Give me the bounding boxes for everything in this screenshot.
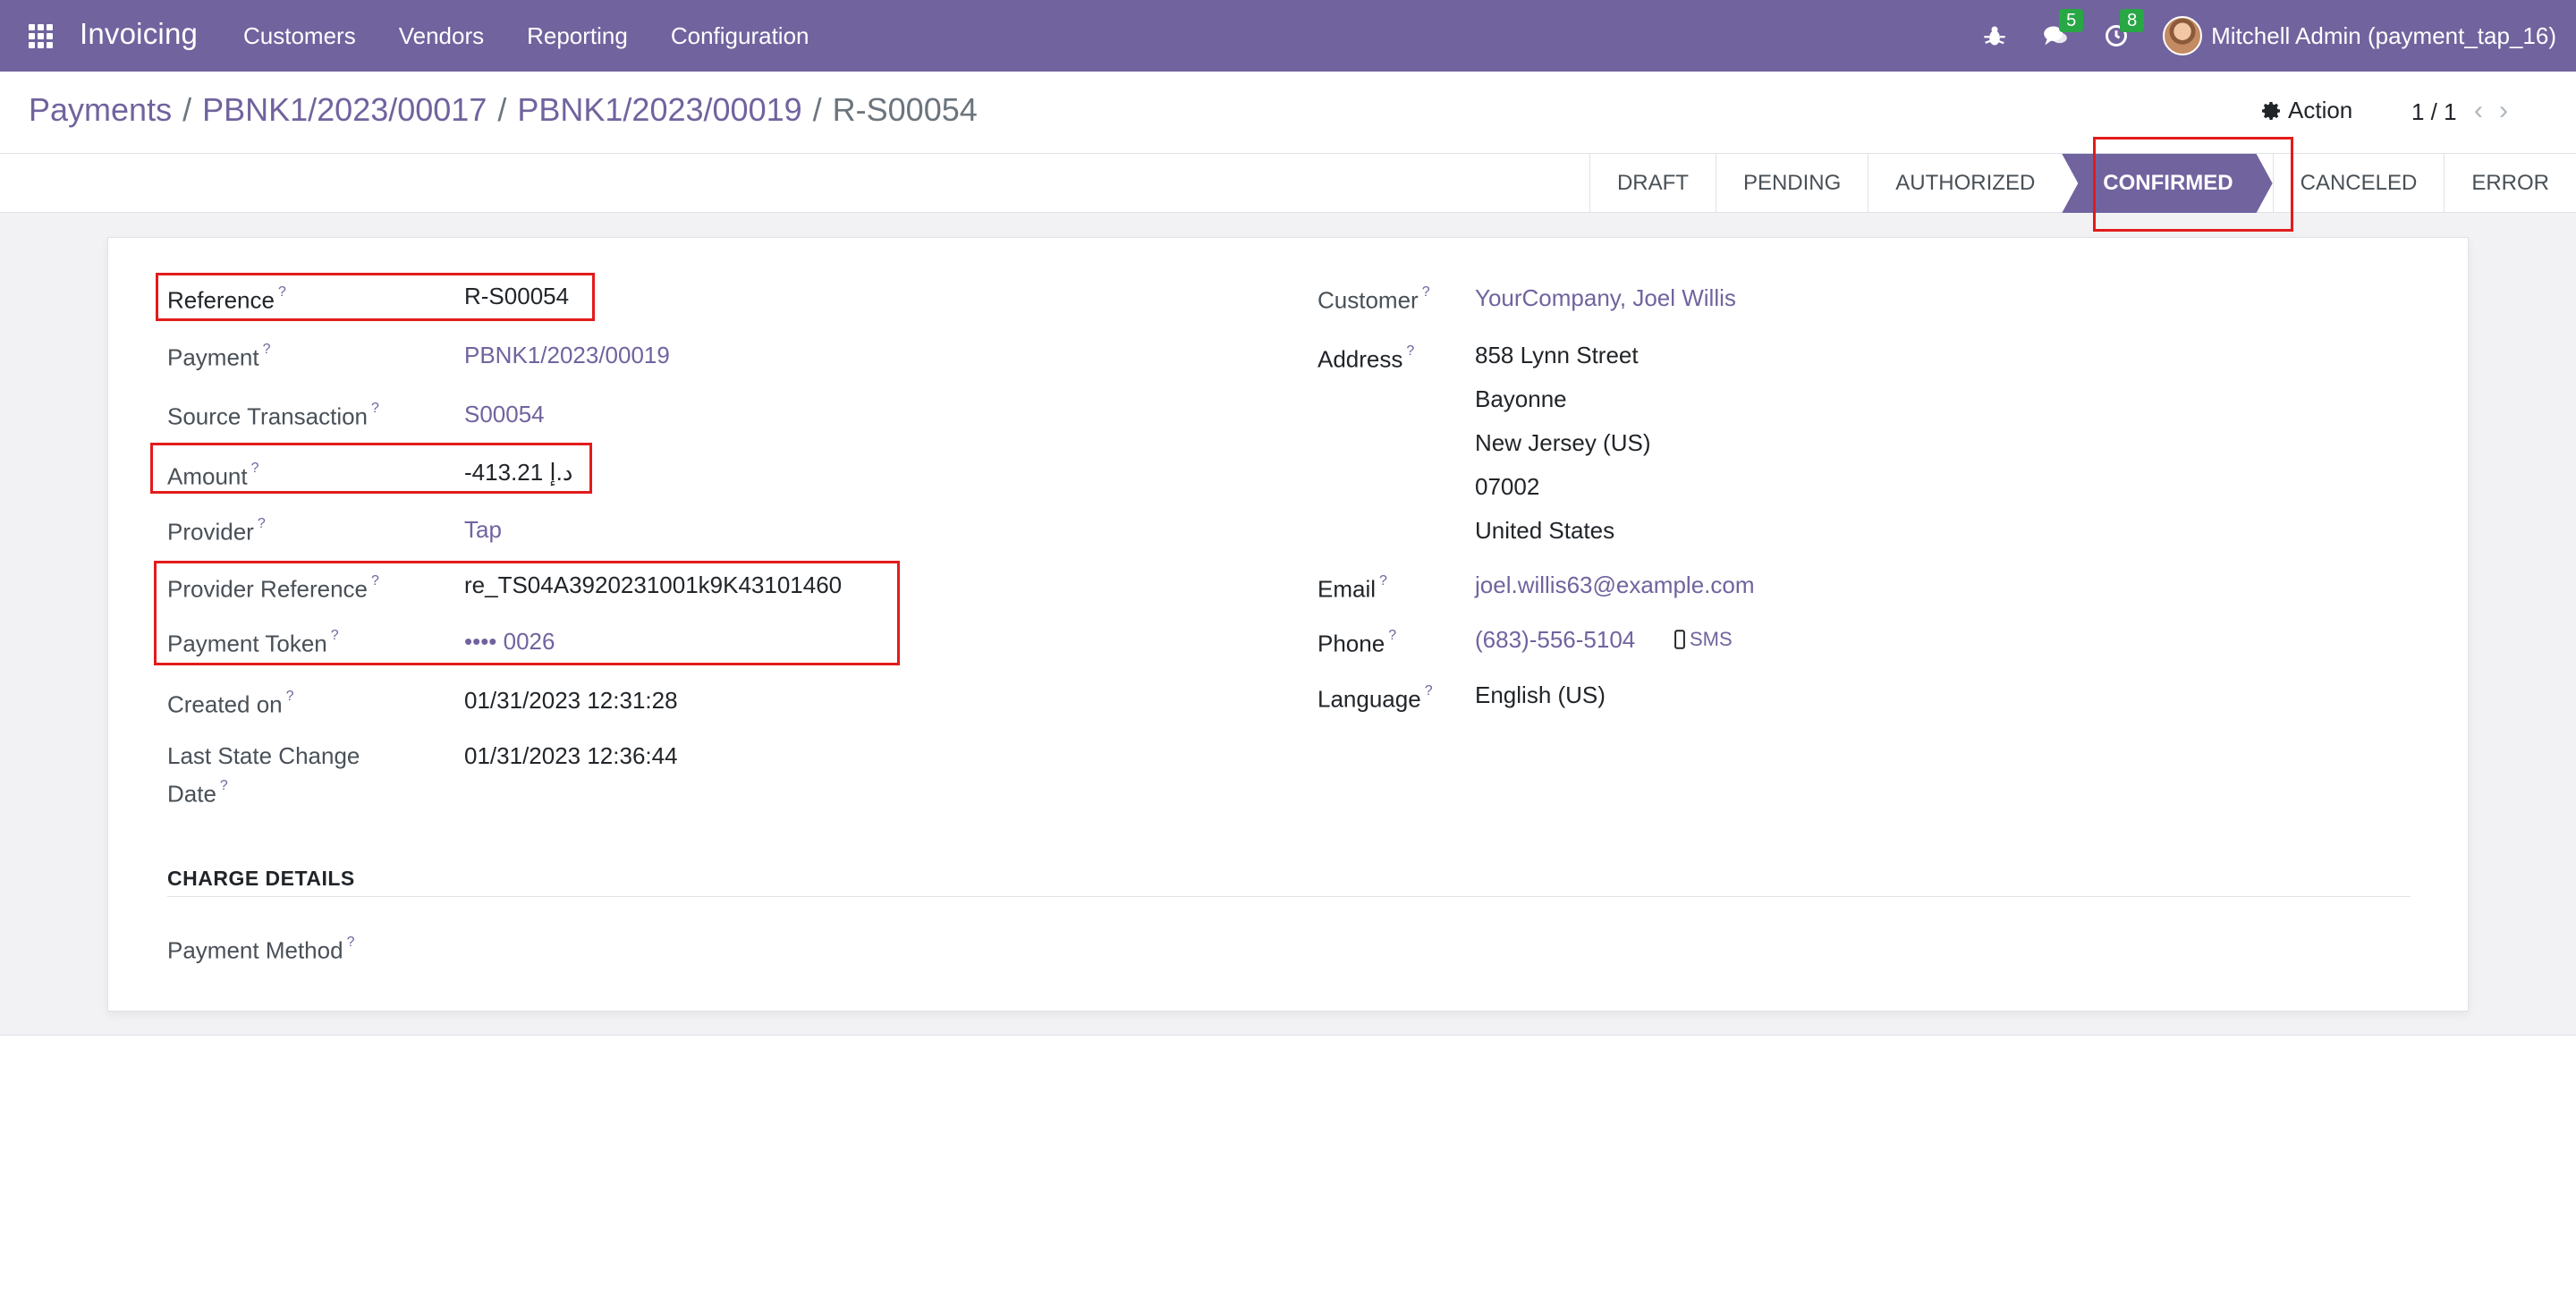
breadcrumb-item-payment[interactable]: PBNK1/2023/00019 bbox=[517, 91, 801, 129]
phone-link[interactable]: (683)-556-5104 bbox=[1475, 622, 1635, 656]
stage-draft[interactable]: DRAFT bbox=[1589, 154, 1716, 213]
form-sheet: Reference? R-S00054 Payment? PBNK1/2023/… bbox=[107, 237, 2469, 1011]
stage-error[interactable]: ERROR bbox=[2444, 154, 2576, 213]
activities-badge: 8 bbox=[2120, 9, 2145, 32]
help-icon: ? bbox=[277, 284, 286, 300]
form-content-area: Reference? R-S00054 Payment? PBNK1/2023/… bbox=[0, 213, 2576, 1036]
last-state-change-value: 01/31/2023 12:36:44 bbox=[464, 742, 678, 769]
email-label: Email? bbox=[1318, 573, 1387, 603]
payment-token-label: Payment Token? bbox=[167, 628, 339, 657]
created-on-label: Created on? bbox=[167, 689, 294, 718]
address-line-4: 07002 bbox=[1475, 473, 1540, 500]
action-button[interactable]: Action bbox=[2261, 97, 2352, 124]
stage-confirmed[interactable]: CONFIRMED bbox=[2062, 154, 2272, 213]
address-line-2: Bayonne bbox=[1475, 385, 1567, 412]
breadcrumb-item-payments[interactable]: Payments bbox=[29, 91, 172, 129]
breadcrumb-separator: / bbox=[182, 91, 192, 128]
help-icon: ? bbox=[1421, 284, 1430, 300]
gear-icon bbox=[2262, 101, 2280, 120]
amount-label: Amount? bbox=[167, 461, 259, 490]
provider-reference-label: Provider Reference? bbox=[167, 573, 379, 603]
language-value: English (US) bbox=[1475, 681, 1606, 708]
stage-canceled[interactable]: CANCELED bbox=[2272, 154, 2445, 213]
stage-pending[interactable]: PENDING bbox=[1715, 154, 1868, 213]
user-name: Mitchell Admin (payment_tap_16) bbox=[2211, 21, 2556, 49]
chevron-right-icon[interactable]: › bbox=[2499, 96, 2508, 126]
created-on-value: 01/31/2023 12:31:28 bbox=[464, 687, 678, 714]
breadcrumb-separator: / bbox=[497, 91, 507, 128]
reference-label: Reference? bbox=[167, 284, 286, 314]
help-icon: ? bbox=[250, 461, 259, 476]
payment-link[interactable]: PBNK1/2023/00019 bbox=[464, 338, 670, 372]
payment-label: Payment? bbox=[167, 342, 271, 371]
help-icon: ? bbox=[1424, 683, 1433, 698]
menu-item-customers[interactable]: Customers bbox=[243, 22, 356, 50]
chevron-left-icon[interactable]: ‹ bbox=[2474, 96, 2483, 126]
messages-badge: 5 bbox=[2059, 9, 2084, 32]
provider-link[interactable]: Tap bbox=[464, 512, 502, 546]
messages-icon[interactable]: 5 bbox=[2041, 9, 2084, 50]
payment-method-label: Payment Method? bbox=[167, 935, 355, 964]
top-navbar: Invoicing Customers Vendors Reporting Co… bbox=[0, 0, 2576, 72]
provider-label: Provider? bbox=[167, 516, 266, 546]
menu-item-vendors[interactable]: Vendors bbox=[399, 22, 484, 50]
breadcrumb-current: R-S00054 bbox=[832, 91, 978, 128]
control-panel: Payments / PBNK1/2023/00017 / PBNK1/2023… bbox=[0, 72, 2576, 154]
debug-icon[interactable] bbox=[1980, 21, 2009, 50]
mobile-icon bbox=[1674, 630, 1685, 649]
breadcrumb-item-statement[interactable]: PBNK1/2023/00017 bbox=[202, 91, 487, 129]
help-icon: ? bbox=[371, 573, 379, 588]
apps-menu-icon[interactable] bbox=[29, 24, 54, 49]
language-label: Language? bbox=[1318, 683, 1433, 713]
menu-item-reporting[interactable]: Reporting bbox=[527, 22, 628, 50]
address-line-1: 858 Lynn Street bbox=[1475, 342, 1639, 368]
address-line-5: United States bbox=[1475, 517, 1615, 544]
statusbar: DRAFT PENDING AUTHORIZED CONFIRMED CANCE… bbox=[1589, 154, 2576, 213]
help-icon: ? bbox=[330, 628, 339, 643]
source-transaction-label: Source Transaction? bbox=[167, 401, 379, 430]
last-state-change-label: Last State Change Date? bbox=[167, 742, 360, 808]
statusbar-row: DRAFT PENDING AUTHORIZED CONFIRMED CANCE… bbox=[0, 154, 2576, 213]
customer-link[interactable]: YourCompany, Joel Willis bbox=[1475, 281, 1736, 315]
breadcrumb-separator: / bbox=[812, 91, 822, 128]
help-icon: ? bbox=[285, 689, 294, 704]
app-name[interactable]: Invoicing bbox=[80, 17, 198, 51]
help-icon: ? bbox=[262, 342, 271, 357]
pager-arrows: ‹ › bbox=[2474, 96, 2508, 126]
sms-button[interactable]: SMS bbox=[1674, 628, 1733, 651]
email-link[interactable]: joel.willis63@example.com bbox=[1475, 568, 1755, 602]
amount-value: -413.21 د.إ bbox=[464, 459, 573, 486]
address-line-3: New Jersey (US) bbox=[1475, 429, 1651, 456]
payment-token-link[interactable]: •••• 0026 bbox=[464, 624, 555, 658]
customer-label: Customer? bbox=[1318, 284, 1430, 314]
charge-details-title: CHARGE DETAILS bbox=[167, 867, 355, 890]
help-icon: ? bbox=[257, 516, 266, 531]
help-icon: ? bbox=[1406, 343, 1415, 359]
activities-icon[interactable]: 8 bbox=[2102, 9, 2145, 50]
main-menu: Customers Vendors Reporting Configuratio… bbox=[243, 22, 852, 50]
user-menu[interactable]: Mitchell Admin (payment_tap_16) bbox=[2163, 16, 2556, 55]
systray: 5 8 Mitchell Admin (payment_tap_16) bbox=[1980, 0, 2576, 72]
action-label: Action bbox=[2288, 97, 2353, 123]
provider-reference-value: re_TS04A3920231001k9K43101460 bbox=[464, 571, 843, 598]
address-label: Address? bbox=[1318, 343, 1415, 373]
help-icon: ? bbox=[346, 935, 355, 950]
help-icon: ? bbox=[1379, 573, 1387, 588]
source-transaction-link[interactable]: S00054 bbox=[464, 397, 545, 431]
help-icon: ? bbox=[1388, 628, 1397, 643]
breadcrumb: Payments / PBNK1/2023/00017 / PBNK1/2023… bbox=[29, 91, 978, 129]
pager-value[interactable]: 1 / 1 bbox=[2411, 98, 2457, 126]
stage-authorized[interactable]: AUTHORIZED bbox=[1868, 154, 2062, 213]
help-icon: ? bbox=[219, 778, 228, 793]
reference-value: R-S00054 bbox=[464, 283, 570, 309]
avatar bbox=[2163, 16, 2203, 55]
menu-item-configuration[interactable]: Configuration bbox=[671, 22, 809, 50]
help-icon: ? bbox=[371, 401, 379, 416]
sms-label: SMS bbox=[1690, 628, 1733, 650]
phone-label: Phone? bbox=[1318, 628, 1397, 657]
section-divider bbox=[167, 896, 2411, 897]
